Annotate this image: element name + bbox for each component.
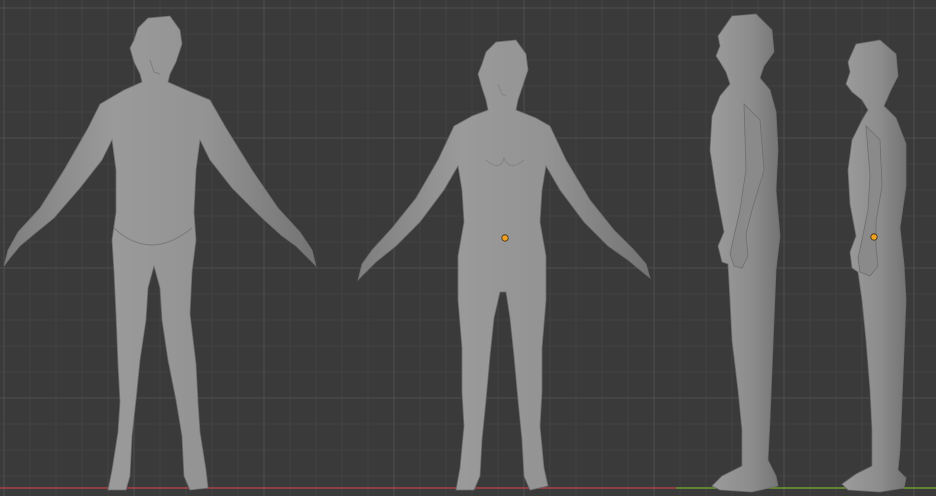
object-origin-dot[interactable] [501,234,509,242]
viewport-canvas[interactable] [0,0,936,496]
3d-viewport[interactable] [0,0,936,496]
object-origin-dot[interactable] [870,233,878,241]
female-front-mesh[interactable] [357,39,651,491]
